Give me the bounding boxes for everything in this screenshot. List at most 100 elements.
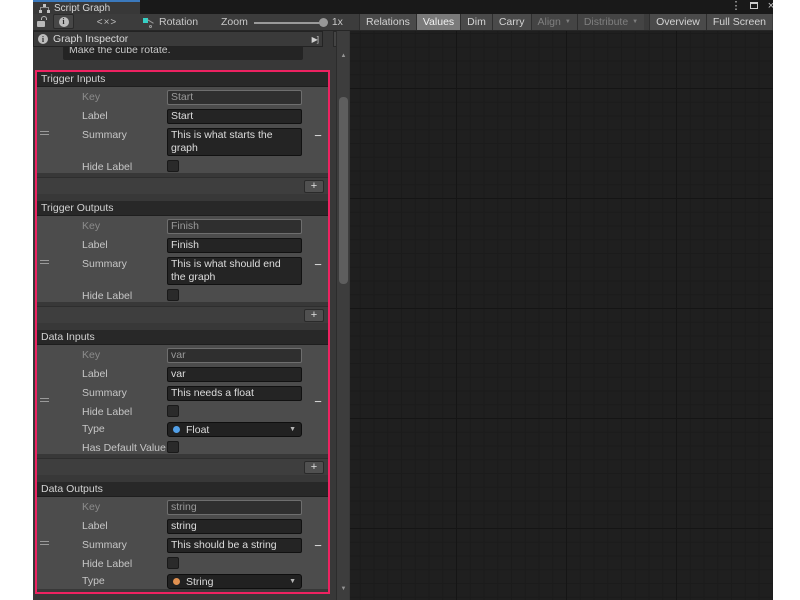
has-default-row: Has Default Value	[37, 441, 328, 454]
zoom-label: Zoom	[221, 16, 248, 28]
align-dropdown[interactable]: Align▼	[531, 14, 577, 30]
section-data-outputs: Data Outputs Key string Label string Sum…	[37, 482, 328, 589]
reorder-handle-icon[interactable]	[40, 131, 49, 135]
ports-highlight-region: Trigger Inputs Key Start Label Start Sum…	[35, 70, 330, 594]
label-input[interactable]: string	[167, 519, 302, 534]
key-row: Key string	[37, 500, 328, 515]
hide-label-row: Hide Label	[37, 289, 328, 302]
scrollbar-thumb[interactable]	[339, 97, 348, 284]
remove-port-button[interactable]: −	[311, 394, 325, 409]
summary-row: Summary This needs a float	[37, 386, 328, 401]
dim-button[interactable]: Dim	[460, 14, 492, 30]
chevron-down-icon: ▼	[565, 19, 571, 25]
panel-collapse-icon[interactable]: ▶]	[312, 35, 318, 44]
summary-row: Summary This should be a string	[37, 538, 328, 553]
carry-button[interactable]: Carry	[492, 14, 531, 30]
scroll-down-icon[interactable]: ▼	[337, 586, 350, 592]
unity-script-graph-window: Script Graph ⋮ × i <×> Rotation Zoom 1x …	[33, 0, 773, 600]
add-row: +	[37, 306, 328, 323]
graph-summary-field[interactable]: Make the cube rotate.	[63, 47, 303, 60]
distribute-dropdown[interactable]: Distribute▼	[577, 14, 644, 30]
add-row: +	[37, 177, 328, 194]
type-row: Type Float ▼	[37, 422, 328, 437]
window-menu-icon[interactable]: ⋮	[729, 0, 743, 13]
values-button[interactable]: Values	[416, 14, 460, 30]
hide-label-checkbox[interactable]	[167, 160, 179, 172]
key-input: var	[167, 348, 302, 363]
remove-port-button[interactable]: −	[311, 538, 325, 553]
key-input: Start	[167, 90, 302, 105]
add-row: +	[37, 458, 328, 475]
label-row: Label var	[37, 367, 328, 382]
rotation-mode[interactable]: Rotation	[143, 14, 198, 30]
graph-canvas[interactable]	[350, 31, 773, 600]
key-row: Key Finish	[37, 219, 328, 234]
chevron-down-icon: ▼	[632, 19, 638, 25]
reorder-handle-icon[interactable]	[40, 398, 49, 402]
section-trigger-inputs: Trigger Inputs Key Start Label Start Sum…	[37, 72, 328, 201]
section-data-inputs: Data Inputs Key var Label var Summary Th…	[37, 330, 328, 482]
tab-bar: Script Graph ⋮ ×	[33, 0, 773, 14]
reorder-handle-icon[interactable]	[40, 260, 49, 264]
summary-input[interactable]: This needs a float	[167, 386, 302, 401]
remove-port-button[interactable]: −	[311, 257, 325, 272]
key-input: string	[167, 500, 302, 515]
has-default-checkbox[interactable]	[167, 441, 179, 453]
add-port-button[interactable]: +	[304, 180, 324, 193]
section-trigger-outputs: Trigger Outputs Key Finish Label Finish …	[37, 201, 328, 330]
label-input[interactable]: var	[167, 367, 302, 382]
maximize-icon[interactable]	[747, 0, 761, 13]
hide-label-row: Hide Label	[37, 405, 328, 418]
relations-button[interactable]: Relations	[359, 14, 416, 30]
tab-script-graph[interactable]: Script Graph	[33, 0, 140, 14]
graph-toolbar: i <×> Rotation Zoom 1x Relations Values …	[33, 14, 773, 31]
hide-label-checkbox[interactable]	[167, 557, 179, 569]
chevron-down-icon: ▼	[289, 578, 296, 585]
lock-icon[interactable]	[37, 14, 51, 30]
string-type-icon	[173, 578, 180, 585]
hide-label-checkbox[interactable]	[167, 405, 179, 417]
overview-button[interactable]: Overview	[649, 14, 706, 30]
section-header[interactable]: Trigger Inputs	[37, 72, 328, 87]
inspector-title: Graph Inspector	[53, 33, 128, 45]
label-row: Label Finish	[37, 238, 328, 253]
rotation-label: Rotation	[159, 16, 198, 28]
graph-icon	[39, 4, 50, 13]
label-input[interactable]: Start	[167, 109, 302, 124]
zoom-slider[interactable]	[254, 17, 326, 27]
label-input[interactable]: Finish	[167, 238, 302, 253]
chevron-down-icon: ▼	[289, 426, 296, 433]
summary-row: Summary This is what should end the grap…	[37, 257, 328, 285]
remove-port-button[interactable]: −	[311, 128, 325, 143]
key-row: Key var	[37, 348, 328, 363]
inspector-toggle-button[interactable]: i	[53, 14, 74, 29]
info-icon: i	[59, 17, 69, 27]
section-header[interactable]: Trigger Outputs	[37, 201, 328, 216]
reorder-handle-icon[interactable]	[40, 541, 49, 545]
graph-inspector-header: i Graph Inspector ▶]	[33, 31, 323, 47]
add-port-button[interactable]: +	[304, 309, 324, 322]
section-header[interactable]: Data Outputs	[37, 482, 328, 497]
type-dropdown[interactable]: Float ▼	[167, 422, 302, 437]
toolbar-button-row: Relations Values Dim Carry Align▼ Distri…	[359, 14, 772, 30]
add-port-button[interactable]: +	[304, 461, 324, 474]
float-type-icon	[173, 426, 180, 433]
hide-label-row: Hide Label	[37, 557, 328, 570]
summary-input[interactable]: This should be a string	[167, 538, 302, 553]
scroll-up-icon[interactable]: ▲	[337, 53, 350, 59]
fullscreen-button[interactable]: Full Screen	[706, 14, 772, 30]
hide-label-checkbox[interactable]	[167, 289, 179, 301]
close-icon[interactable]: ×	[764, 0, 773, 13]
key-row: Key Start	[37, 90, 328, 105]
hide-label-row: Hide Label	[37, 160, 328, 173]
inspector-scrollbar[interactable]: ▲ ▼	[336, 31, 349, 600]
summary-input[interactable]: This is what should end the graph	[167, 257, 302, 285]
section-header[interactable]: Data Inputs	[37, 330, 328, 345]
graph-inspector-pane: i Graph Inspector ▶] ▲ ▼ Make the cube ro…	[33, 31, 350, 600]
label-row: Label string	[37, 519, 328, 534]
zoom-control: Zoom 1x	[221, 14, 343, 30]
connection-values-button[interactable]: <×>	[91, 14, 123, 30]
type-dropdown[interactable]: String ▼	[167, 574, 302, 589]
zoom-slider-knob[interactable]	[319, 18, 328, 27]
summary-input[interactable]: This is what starts the graph	[167, 128, 302, 156]
